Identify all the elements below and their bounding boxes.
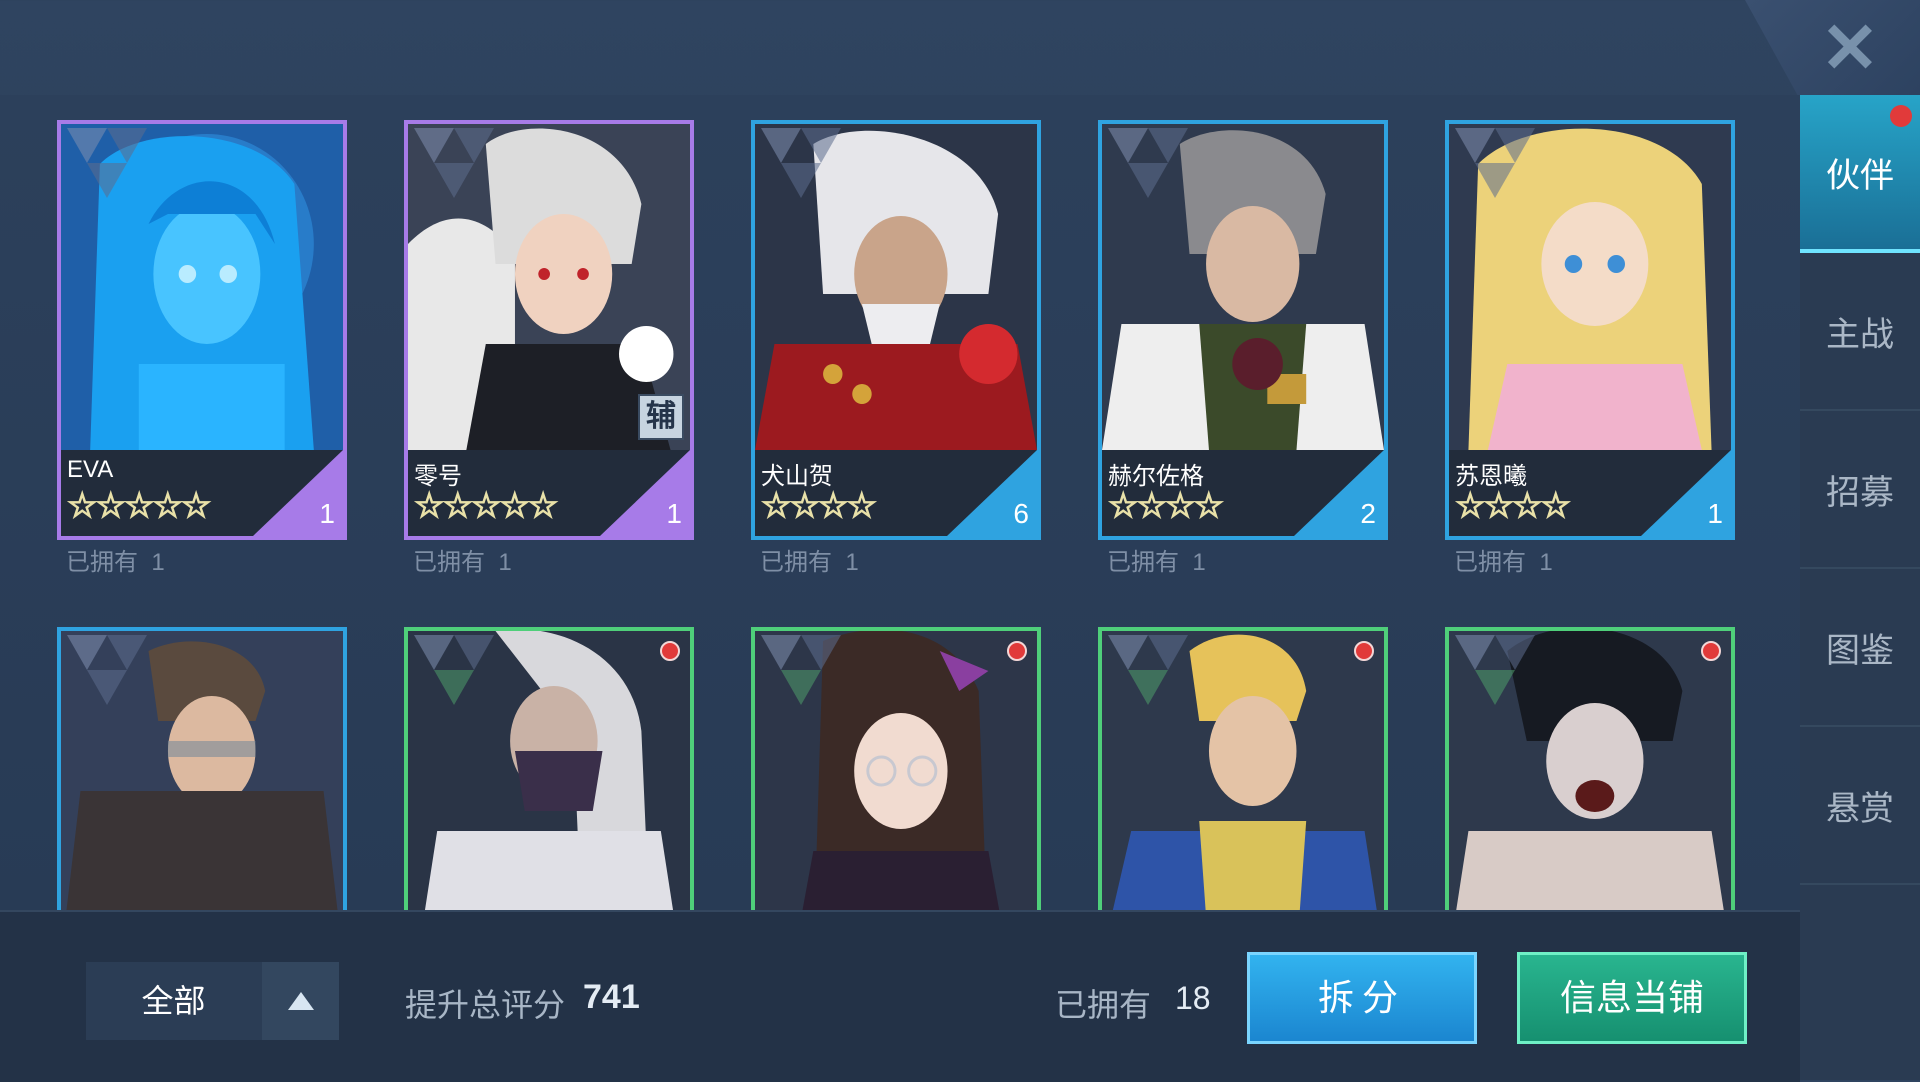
tab-label: 悬赏	[1826, 789, 1894, 828]
owned-label: 已拥有	[1454, 549, 1526, 576]
triangle-pattern-icon	[1108, 635, 1188, 705]
side-tab-bar: 伙伴 主战 招募 图鉴 悬赏	[1800, 95, 1920, 1080]
new-notification-dot	[1354, 641, 1374, 661]
partner-card-inuyama[interactable]: 犬山贺 ☆☆☆☆ 6	[751, 120, 1041, 540]
owned-count: 已拥有 1	[760, 542, 859, 577]
owned-value: 1	[845, 549, 859, 576]
character-name: EVA	[67, 456, 114, 483]
partner-card-sue[interactable]: 苏恩曦 ☆☆☆☆ 1	[1445, 120, 1735, 540]
total-owned-label: 已拥有	[1055, 987, 1152, 1023]
card-count: 1	[319, 498, 335, 529]
star-rating: ☆☆☆☆	[1107, 486, 1224, 526]
tab-label: 伙伴	[1826, 156, 1894, 195]
owned-label: 已拥有	[1107, 549, 1179, 576]
partner-card-herzog[interactable]: 赫尔佐格 ☆☆☆☆ 2	[1098, 120, 1388, 540]
triangle-pattern-icon	[1455, 635, 1535, 705]
total-owned-value: 18	[1175, 980, 1211, 1016]
info-pawnshop-button[interactable]: 信息当铺	[1517, 952, 1747, 1044]
tab-label: 招募	[1826, 473, 1894, 512]
card-count: 1	[666, 498, 682, 529]
new-notification-dot	[1007, 641, 1027, 661]
partner-card-row2-1[interactable]	[57, 627, 347, 910]
owned-value: 1	[1539, 549, 1553, 576]
new-notification-dot	[1701, 641, 1721, 661]
score-label: 提升总评分	[405, 987, 566, 1023]
owned-label: 已拥有	[760, 549, 832, 576]
partner-card-zero[interactable]: 辅 零号 ☆☆☆☆☆ 1	[404, 120, 694, 540]
tab-main-battle[interactable]: 主战	[1800, 253, 1920, 411]
triangle-pattern-icon	[1455, 128, 1535, 198]
tab-codex[interactable]: 图鉴	[1800, 569, 1920, 727]
owned-count: 已拥有 1	[1454, 542, 1553, 577]
triangle-pattern-icon	[1108, 128, 1188, 198]
partner-grid[interactable]: EVA ☆☆☆☆☆ 1 已拥有 1 辅 零号 ☆☆☆☆☆ 1 已拥有 1 犬山贺…	[0, 95, 1800, 910]
star-rating: ☆☆☆☆☆	[66, 486, 212, 526]
owned-value: 1	[498, 549, 512, 576]
owned-label: 已拥有	[413, 549, 485, 576]
star-rating: ☆☆☆☆☆	[413, 486, 559, 526]
tab-label: 主战	[1826, 315, 1894, 354]
close-icon[interactable]: ✕	[1815, 13, 1885, 83]
split-button[interactable]: 拆分	[1247, 952, 1477, 1044]
owned-value: 1	[1192, 549, 1206, 576]
tab-recruit[interactable]: 招募	[1800, 411, 1920, 569]
owned-label: 已拥有	[66, 549, 138, 576]
triangle-pattern-icon	[414, 635, 494, 705]
triangle-pattern-icon	[67, 635, 147, 705]
owned-count: 已拥有 1	[413, 542, 512, 577]
notification-dot	[1890, 105, 1912, 127]
support-role-badge: 辅	[638, 394, 684, 440]
triangle-pattern-icon	[67, 128, 147, 198]
owned-count: 已拥有 1	[1107, 542, 1206, 577]
partner-card-eva[interactable]: EVA ☆☆☆☆☆ 1	[57, 120, 347, 540]
partner-card-row2-2[interactable]	[404, 627, 694, 910]
card-count: 1	[1707, 498, 1723, 529]
filter-label: 全部	[141, 983, 206, 1019]
tab-bounty[interactable]: 悬赏	[1800, 727, 1920, 885]
bottom-bar: 全部 提升总评分 741 已拥有 18 拆分 信息当铺	[0, 910, 1800, 1082]
partner-card-row2-4[interactable]	[1098, 627, 1388, 910]
owned-value: 1	[151, 549, 165, 576]
owned-count: 已拥有 1	[66, 542, 165, 577]
filter-toggle-button[interactable]	[262, 962, 339, 1040]
new-notification-dot	[660, 641, 680, 661]
triangle-pattern-icon	[761, 128, 841, 198]
partner-card-row2-5[interactable]	[1445, 627, 1735, 910]
filter-dropdown[interactable]: 全部	[86, 962, 339, 1040]
partner-card-row2-3[interactable]	[751, 627, 1041, 910]
triangle-pattern-icon	[414, 128, 494, 198]
tab-label: 图鉴	[1826, 631, 1894, 670]
card-count: 2	[1360, 498, 1376, 529]
triangle-up-icon	[287, 992, 314, 1010]
star-rating: ☆☆☆☆	[760, 486, 877, 526]
star-rating: ☆☆☆☆	[1454, 486, 1571, 526]
card-count: 6	[1013, 498, 1029, 529]
score-value: 741	[583, 978, 640, 1016]
triangle-pattern-icon	[761, 635, 841, 705]
tab-partners[interactable]: 伙伴	[1800, 95, 1920, 253]
